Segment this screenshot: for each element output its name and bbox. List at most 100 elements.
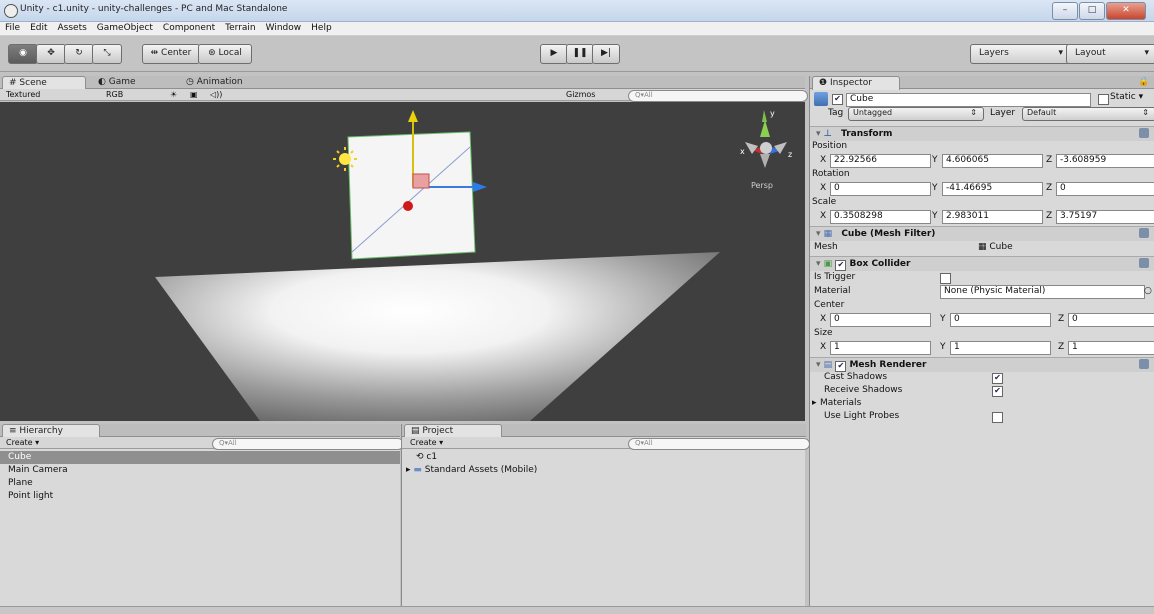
center-row: X0 Y0 Z0 [810, 313, 1154, 327]
image-toggle-icon[interactable]: ▣ [190, 89, 198, 101]
menu-assets[interactable]: Assets [53, 22, 92, 35]
scale-z-field[interactable]: 3.75197 [1056, 210, 1154, 224]
mesh-value[interactable]: ▦ Cube [978, 241, 1013, 254]
menu-window[interactable]: Window [261, 22, 307, 35]
hierarchy-create-dropdown[interactable]: Create ▾ [6, 437, 39, 449]
foldout-arrow-icon: ▾ [816, 259, 821, 269]
hierarchy-item-cube[interactable]: Cube [0, 451, 400, 464]
cast-shadows-checkbox[interactable]: ✔ [992, 373, 1003, 384]
center-label: Center [814, 300, 845, 310]
layout-dropdown[interactable]: Layout ▾ [1066, 44, 1154, 64]
maximize-button[interactable]: □ [1079, 2, 1105, 20]
step-button[interactable]: ▶| [592, 44, 620, 64]
materials-row[interactable]: ▸ Materials [810, 397, 1154, 410]
rotation-y-field[interactable]: -41.46695 [942, 182, 1043, 196]
menu-component[interactable]: Component [158, 22, 220, 35]
position-z-field[interactable]: -3.608959 [1056, 154, 1154, 168]
mesh-renderer-header[interactable]: ▾ ▤ ✔ Mesh Renderer [810, 357, 1154, 372]
tab-hierarchy[interactable]: ≡ Hierarchy [2, 424, 100, 438]
mesh-filter-header[interactable]: ▾ ▦ Cube (Mesh Filter) [810, 226, 1154, 241]
layer-dropdown[interactable]: Default ⇕ [1022, 107, 1154, 121]
render-mode-dropdown[interactable]: Textured [6, 89, 40, 101]
receive-shadows-checkbox[interactable]: ✔ [992, 386, 1003, 397]
component-settings-icon[interactable] [1139, 128, 1149, 138]
position-y-field[interactable]: 4.606065 [942, 154, 1043, 168]
tag-label: Tag [828, 108, 844, 118]
menu-file[interactable]: File [0, 22, 25, 35]
tab-scene[interactable]: # Scene [2, 76, 86, 90]
rotation-z-field[interactable]: 0 [1056, 182, 1154, 196]
color-mode-dropdown[interactable]: RGB [106, 89, 123, 101]
rotate-tool-icon[interactable]: ↻ [64, 44, 94, 64]
foldout-arrow-icon: ▾ [816, 229, 821, 239]
pivot-center-toggle[interactable]: ⇹ Center [142, 44, 200, 64]
tab-project[interactable]: ▤ Project [404, 424, 502, 438]
transform-header[interactable]: ▾ ⊥ Transform [810, 126, 1154, 141]
layers-dropdown[interactable]: Layers ▾ [970, 44, 1070, 64]
project-search-input[interactable]: Q▾All [628, 438, 810, 450]
position-x-field[interactable]: 22.92566 [830, 154, 931, 168]
object-name-field[interactable]: Cube [846, 93, 1091, 107]
size-y-field[interactable]: 1 [950, 341, 1051, 355]
size-z-field[interactable]: 1 [1068, 341, 1154, 355]
hierarchy-item-main-camera[interactable]: Main Camera [0, 464, 400, 477]
gizmos-dropdown[interactable]: Gizmos [566, 89, 595, 101]
project-create-dropdown[interactable]: Create ▾ [410, 437, 443, 449]
object-picker-icon[interactable]: ○ [1144, 285, 1152, 298]
use-light-probes-row: Use Light Probes [810, 410, 1154, 423]
scale-y-field[interactable]: 2.983011 [942, 210, 1043, 224]
scale-x-field[interactable]: 0.3508298 [830, 210, 931, 224]
tab-animation[interactable]: ◷ Animation [180, 76, 249, 89]
is-trigger-row: Is Trigger [810, 271, 1154, 284]
lock-icon[interactable]: 🔒 [1132, 76, 1154, 89]
inspector-tab-strip: ❶ Inspector 🔒 [810, 76, 1154, 90]
hierarchy-search-input[interactable]: Q▾All [212, 438, 404, 450]
hierarchy-item-point-light[interactable]: Point light [0, 490, 400, 503]
play-button[interactable]: ▶ [540, 44, 568, 64]
center-y-field[interactable]: 0 [950, 313, 1051, 327]
minimize-button[interactable]: – [1052, 2, 1078, 20]
tag-dropdown[interactable]: Untagged ⇕ [848, 107, 984, 121]
active-checkbox[interactable]: ✔ [832, 94, 843, 105]
component-settings-icon[interactable] [1139, 228, 1149, 238]
menu-edit[interactable]: Edit [25, 22, 52, 35]
rotation-label: Rotation [812, 169, 850, 179]
lighting-toggle-icon[interactable]: ☀ [170, 89, 177, 101]
tab-game[interactable]: ◐ Game [92, 76, 142, 89]
move-tool-icon[interactable]: ✥ [36, 44, 66, 64]
audio-toggle-icon[interactable]: ◁)) [210, 89, 222, 101]
use-light-probes-checkbox[interactable] [992, 412, 1003, 423]
mesh-renderer-icon: ▤ [823, 360, 833, 370]
material-field[interactable]: None (Physic Material) [940, 285, 1145, 299]
component-settings-icon[interactable] [1139, 258, 1149, 268]
size-label: Size [814, 328, 833, 338]
center-z-field[interactable]: 0 [1068, 313, 1154, 327]
pause-button[interactable]: ❚❚ [566, 44, 594, 64]
rotation-x-field[interactable]: 0 [830, 182, 931, 196]
project-panel: ▤ Project Create ▾ Q▾All ⟲ c1 ▸ ▬ Standa… [401, 424, 810, 606]
is-trigger-checkbox[interactable] [940, 273, 951, 284]
component-settings-icon[interactable] [1139, 359, 1149, 369]
pivot-local-toggle[interactable]: ⊛ Local [198, 44, 252, 64]
scene-viewport[interactable]: y x z Persp [0, 102, 805, 421]
tab-inspector[interactable]: ❶ Inspector [812, 76, 900, 90]
inspector-panel: ❶ Inspector 🔒 ✔ Cube Static ▾ Tag Untagg… [809, 76, 1154, 608]
scale-tool-icon[interactable]: ⤡ [92, 44, 122, 64]
box-collider-header[interactable]: ▾ ▣ ✔ Box Collider [810, 256, 1154, 271]
center-x-field[interactable]: 0 [830, 313, 931, 327]
menu-terrain[interactable]: Terrain [220, 22, 260, 35]
menu-gameobject[interactable]: GameObject [92, 22, 158, 35]
size-x-field[interactable]: 1 [830, 341, 931, 355]
unity-logo-icon [4, 4, 18, 18]
view-tool-eye-icon[interactable]: ◉ [8, 44, 38, 64]
box-collider-enabled-checkbox[interactable]: ✔ [835, 260, 847, 271]
hierarchy-list: Cube Main Camera Plane Point light [0, 451, 400, 503]
menu-help[interactable]: Help [306, 22, 337, 35]
project-item-c1[interactable]: ⟲ c1 [402, 451, 806, 464]
project-item-standard-assets[interactable]: ▸ ▬ Standard Assets (Mobile) [402, 464, 806, 477]
axis-y-label: y [770, 109, 775, 118]
hierarchy-item-plane[interactable]: Plane [0, 477, 400, 490]
close-button[interactable]: ✕ [1106, 2, 1146, 20]
scene-search-input[interactable]: Q▾All [628, 90, 808, 102]
static-checkbox[interactable] [1098, 94, 1109, 105]
